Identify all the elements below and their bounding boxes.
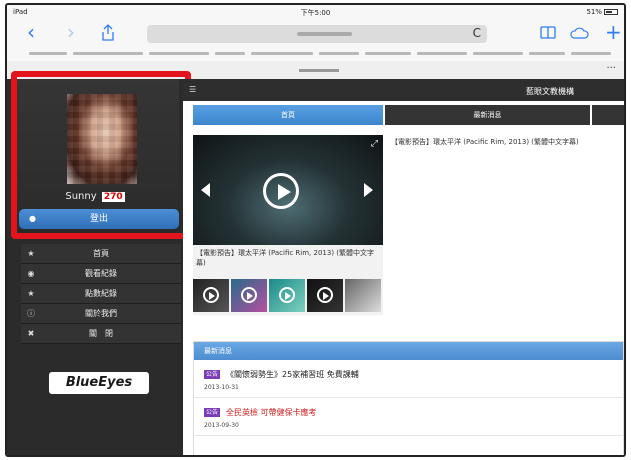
sidebar-item-label: 首頁 bbox=[93, 249, 109, 258]
sidebar-item-home[interactable]: ★ 首頁 bbox=[21, 244, 181, 264]
app-header: ☰ 藍眼文教機構 bbox=[183, 79, 624, 101]
bookmark-item[interactable] bbox=[473, 52, 523, 55]
bookmark-item[interactable] bbox=[319, 52, 359, 55]
sidebar: Sunny 270 ● 登出 ★ 首頁 ◉ 觀看紀錄 ★ 點數紀錄 ⓘ 關於我們… bbox=[7, 71, 191, 455]
bookmark-item[interactable] bbox=[417, 52, 467, 55]
featured-video-title[interactable]: 【電影預告】環太平洋 (Pacific Rim, 2013) (繁體中文字幕) bbox=[391, 137, 581, 147]
news-title[interactable]: 《關懷弱勢生》25家補習班 免費課輔 bbox=[226, 370, 359, 380]
main-content: ☰ 藍眼文教機構 首頁 最新消息 ⤢ 【電影預告】環太平洋 (Pacific R… bbox=[183, 79, 624, 455]
bookmark-item[interactable] bbox=[73, 52, 143, 55]
blueeyes-logo: BlueEyes bbox=[49, 372, 149, 394]
video-player[interactable]: ⤢ bbox=[193, 135, 383, 245]
video-card: ⤢ 【電影預告】環太平洋 (Pacific Rim, 2013) (繁體中文字幕… bbox=[193, 135, 383, 315]
video-thumbnail[interactable] bbox=[269, 279, 305, 312]
logout-label: 登出 bbox=[89, 214, 108, 224]
news-item[interactable]: 公告 全民英檢 可帶健保卡應考 2013-09-30 bbox=[194, 398, 623, 436]
tab-home[interactable]: 首頁 bbox=[193, 105, 383, 125]
tab-title-text bbox=[299, 69, 339, 72]
sidebar-item-label: 關於我們 bbox=[85, 309, 117, 318]
expand-icon[interactable]: ⤢ bbox=[371, 139, 378, 149]
points-badge: 270 bbox=[101, 192, 125, 202]
video-thumbnail[interactable] bbox=[231, 279, 267, 312]
news-header: 最新消息 bbox=[194, 342, 623, 360]
sidebar-item-close[interactable]: ✖ 關 閉 bbox=[21, 324, 181, 344]
ipad-frame: iPad 下午5:00 51% ‹ › C + ··· Sunny 270 ● … bbox=[5, 3, 626, 457]
sidebar-menu: ★ 首頁 ◉ 觀看紀錄 ★ 點數紀錄 ⓘ 關於我們 ✖ 關 閉 bbox=[21, 244, 181, 344]
page-tab-title: ··· bbox=[7, 61, 624, 81]
news-title[interactable]: 全民英檢 可帶健保卡應考 bbox=[226, 408, 317, 418]
play-icon bbox=[241, 287, 257, 303]
nav-tabs: 首頁 最新消息 bbox=[193, 105, 624, 125]
profile-panel: Sunny 270 ● 登出 bbox=[11, 79, 179, 239]
bookmark-item[interactable] bbox=[571, 52, 611, 55]
sidebar-item-watch-history[interactable]: ◉ 觀看紀錄 bbox=[21, 264, 181, 284]
logout-button[interactable]: ● 登出 bbox=[19, 209, 179, 229]
bookmark-item[interactable] bbox=[149, 52, 209, 55]
bookmark-item[interactable] bbox=[215, 52, 245, 55]
avatar bbox=[67, 94, 137, 184]
clock: 下午5:00 bbox=[300, 9, 331, 17]
play-icon bbox=[203, 287, 219, 303]
video-thumbnail[interactable] bbox=[193, 279, 229, 312]
news-tag: 公告 bbox=[204, 408, 221, 417]
video-thumbnail[interactable] bbox=[345, 279, 381, 312]
battery-status: 51% bbox=[586, 8, 618, 16]
user-icon: ● bbox=[29, 214, 36, 223]
address-bar[interactable]: C bbox=[147, 25, 487, 43]
news-date: 2013-09-30 bbox=[204, 422, 239, 429]
prev-arrow-icon[interactable] bbox=[201, 183, 210, 197]
sidebar-item-label: 點數紀錄 bbox=[85, 289, 117, 298]
next-arrow-icon[interactable] bbox=[364, 183, 373, 197]
battery-icon bbox=[604, 9, 618, 15]
news-date: 2013-10-31 bbox=[204, 384, 239, 391]
video-thumbnail[interactable] bbox=[307, 279, 343, 312]
reload-icon[interactable]: C bbox=[473, 26, 481, 40]
sidebar-item-label: 關 閉 bbox=[89, 329, 113, 338]
tab-news[interactable]: 最新消息 bbox=[385, 105, 590, 125]
news-item[interactable]: 公告 《關懷弱勢生》25家補習班 免費課輔 2013-10-31 bbox=[194, 360, 623, 398]
more-icon[interactable]: ··· bbox=[606, 63, 616, 74]
tab-more[interactable] bbox=[592, 105, 624, 125]
url-text bbox=[297, 32, 352, 36]
news-tag: 公告 bbox=[204, 370, 221, 379]
battery-percent: 51% bbox=[586, 8, 602, 16]
new-tab-icon[interactable]: + bbox=[605, 22, 622, 42]
user-info: Sunny 270 bbox=[11, 191, 179, 202]
forward-icon[interactable]: › bbox=[67, 22, 75, 42]
sidebar-item-points-history[interactable]: ★ 點數紀錄 bbox=[21, 284, 181, 304]
play-icon[interactable] bbox=[263, 173, 299, 209]
bookmark-item[interactable] bbox=[529, 52, 565, 55]
bookmarks-icon[interactable] bbox=[540, 26, 556, 39]
video-caption[interactable]: 【電影預告】環太平洋 (Pacific Rim, 2013) (繁體中文字幕) bbox=[196, 248, 380, 268]
play-icon bbox=[317, 287, 333, 303]
back-icon[interactable]: ‹ bbox=[27, 22, 35, 42]
status-bar: iPad 下午5:00 51% bbox=[7, 5, 624, 19]
play-icon bbox=[279, 287, 295, 303]
news-panel: 最新消息 公告 《關懷弱勢生》25家補習班 免費課輔 2013-10-31 公告… bbox=[193, 341, 624, 455]
share-icon[interactable] bbox=[101, 24, 115, 41]
cloud-icon[interactable] bbox=[569, 27, 589, 39]
video-thumbnails bbox=[193, 279, 383, 312]
bookmark-item[interactable] bbox=[29, 52, 67, 55]
bookmarks-bar bbox=[7, 47, 624, 61]
app-title: 藍眼文教機構 bbox=[526, 87, 574, 96]
username: Sunny bbox=[65, 191, 97, 202]
bookmark-item[interactable] bbox=[251, 52, 313, 55]
sidebar-item-about[interactable]: ⓘ 關於我們 bbox=[21, 304, 181, 324]
sidebar-item-label: 觀看紀錄 bbox=[85, 269, 117, 278]
bookmark-item[interactable] bbox=[365, 52, 411, 55]
menu-icon[interactable]: ☰ bbox=[189, 85, 196, 94]
browser-toolbar: ‹ › C + bbox=[7, 19, 624, 47]
